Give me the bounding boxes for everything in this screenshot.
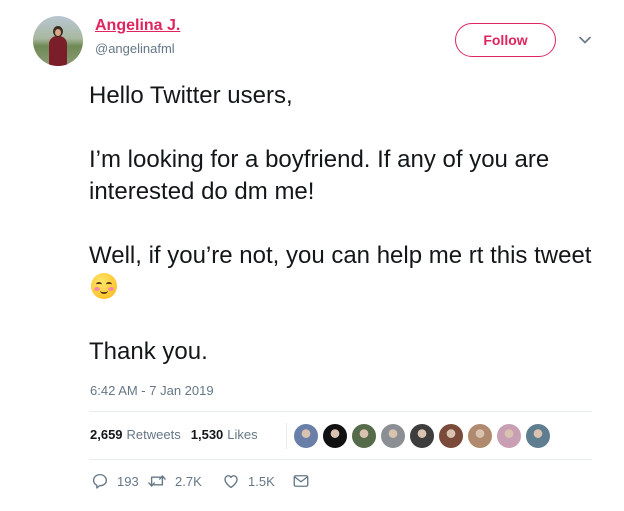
liker-avatar[interactable]: [467, 423, 493, 449]
retweets-stat[interactable]: 2,659 Retweets: [90, 427, 181, 442]
follow-button[interactable]: Follow: [455, 23, 556, 57]
reply-count: 193: [117, 473, 139, 489]
liker-avatar[interactable]: [380, 423, 406, 449]
divider-bottom: [89, 459, 592, 460]
retweets-count: 2,659: [90, 427, 123, 442]
divider-top: [89, 411, 592, 412]
likes-label: Likes: [227, 427, 258, 442]
tweet-line-greeting: Hello Twitter users,: [89, 82, 293, 109]
direct-message-button[interactable]: [292, 473, 318, 489]
tweet-timestamp[interactable]: 6:42 AM - 7 Jan 2019: [90, 383, 214, 398]
retweet-count: 2.7K: [175, 473, 202, 489]
like-button[interactable]: 1.5K: [222, 472, 292, 490]
liker-avatar[interactable]: [322, 423, 348, 449]
heart-icon: [224, 475, 238, 489]
tweet-line-rt: Well, if you’re not, you can help me rt …: [89, 240, 599, 304]
tweet-line-rt-text: Well, if you’re not, you can help me rt …: [89, 242, 592, 269]
liker-avatar[interactable]: [496, 423, 522, 449]
reply-button[interactable]: 193: [91, 472, 147, 490]
avatar-figure: [49, 26, 67, 66]
retweet-icon: [148, 475, 166, 487]
tweet-line-thanks: Thank you.: [89, 338, 208, 365]
chevron-down-icon[interactable]: [578, 33, 592, 47]
smiling-face-with-blush-emoji: [91, 273, 117, 299]
likes-stat[interactable]: 1,530 Likes: [191, 427, 258, 442]
retweet-button[interactable]: 2.7K: [147, 472, 222, 490]
envelope-icon: [293, 475, 309, 487]
liker-avatar[interactable]: [409, 423, 435, 449]
tweet-stats: 2,659 Retweets 1,530 Likes: [90, 427, 268, 442]
like-count: 1.5K: [248, 473, 275, 489]
author-name[interactable]: Angelina J.: [95, 17, 180, 35]
liker-avatar[interactable]: [438, 423, 464, 449]
tweet-text: Hello Twitter users, I’m looking for a b…: [89, 80, 599, 368]
tweet-line-request: I’m looking for a boyfriend. If any of y…: [89, 146, 550, 205]
author-handle[interactable]: @angelinafml: [95, 41, 175, 56]
author-avatar[interactable]: [33, 16, 83, 66]
reply-icon: [92, 473, 108, 489]
liker-avatars: [286, 423, 554, 449]
liker-avatar[interactable]: [525, 423, 551, 449]
tweet-actions: 193 2.7K 1.5K: [91, 472, 318, 490]
liker-avatar[interactable]: [293, 423, 319, 449]
retweets-label: Retweets: [126, 427, 181, 442]
liker-avatar[interactable]: [351, 423, 377, 449]
likes-count: 1,530: [190, 427, 224, 442]
